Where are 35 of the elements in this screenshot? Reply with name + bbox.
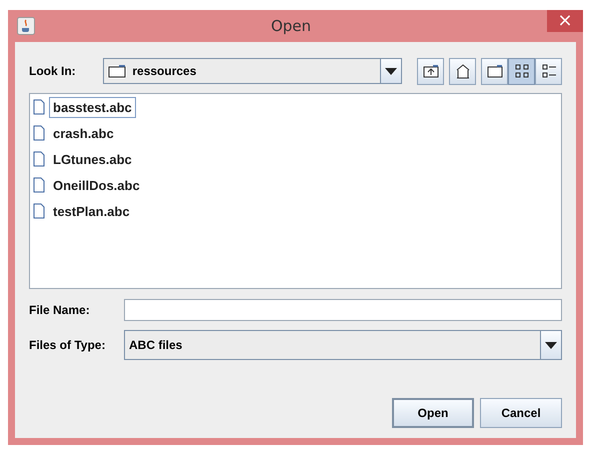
new-folder-button[interactable] [481, 58, 508, 84]
look-in-dropdown[interactable]: ressources [103, 58, 402, 84]
file-icon [33, 99, 45, 115]
home-button[interactable] [449, 58, 476, 84]
file-type-value: ABC files [128, 338, 184, 352]
list-icon [540, 62, 558, 80]
cancel-button[interactable]: Cancel [480, 398, 562, 428]
file-item[interactable]: testPlan.abc [49, 200, 134, 222]
file-item[interactable]: OneillDos.abc [49, 174, 144, 196]
look-in-value: ressources [131, 64, 198, 78]
file-name-label: File Name: [29, 303, 91, 317]
look-in-label: Look In: [29, 64, 77, 78]
close-button[interactable]: × [547, 10, 583, 32]
window-title: Open [270, 17, 312, 35]
open-button[interactable]: Open [392, 398, 474, 428]
file-icon [33, 125, 45, 141]
file-icon [33, 203, 45, 219]
up-folder-button[interactable] [417, 58, 444, 84]
file-name-field[interactable] [124, 299, 562, 321]
dropdown-arrow-icon [385, 68, 397, 74]
folder-icon [486, 62, 504, 80]
details-view-button[interactable] [535, 58, 562, 84]
java-cup-icon [17, 17, 35, 35]
folder-up-arrow-icon [422, 62, 440, 80]
file-type-label: Files of Type: [29, 338, 106, 352]
file-icon [33, 177, 45, 193]
dropdown-arrow-icon [545, 342, 557, 348]
file-icon [33, 151, 45, 167]
file-item[interactable]: basstest.abc [49, 96, 136, 118]
folder-icon [108, 64, 126, 78]
file-item[interactable]: LGtunes.abc [49, 148, 136, 170]
grid-icon [512, 62, 530, 80]
file-type-dropdown[interactable]: ABC files [124, 330, 562, 360]
list-view-button[interactable] [508, 58, 535, 84]
file-item[interactable]: crash.abc [49, 122, 118, 144]
